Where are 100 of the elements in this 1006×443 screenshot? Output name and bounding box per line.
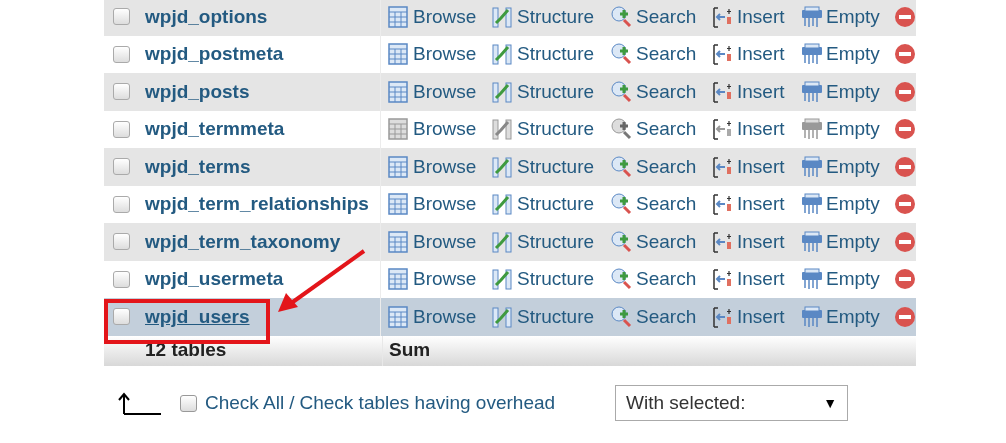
insert-arrow-icon (711, 267, 733, 292)
search-plus-icon (610, 192, 632, 217)
insert-arrow-icon (711, 42, 733, 67)
table-name-link[interactable]: wpjd_term_taxonomy (145, 227, 341, 256)
checkbox[interactable] (180, 394, 197, 412)
checkbox[interactable] (113, 8, 130, 26)
drop-icon[interactable] (894, 5, 916, 28)
structure-chart-icon (491, 229, 513, 254)
table-name-link[interactable]: wpjd_options (145, 2, 268, 31)
checkbox[interactable] (113, 83, 130, 101)
browse-link[interactable]: Browse (387, 152, 485, 181)
checkbox[interactable] (113, 45, 130, 63)
structure-chart-icon (491, 192, 513, 217)
table-name-link[interactable]: wpjd_terms (145, 152, 251, 181)
browse-table-icon (387, 42, 409, 67)
table-name-link[interactable]: wpjd_termmeta (145, 115, 285, 144)
empty-link[interactable]: Empty (800, 77, 888, 106)
empty-link[interactable]: Empty (800, 2, 888, 31)
insert-link[interactable]: Insert (711, 265, 794, 294)
browse-table-icon (387, 267, 409, 292)
insert-link[interactable]: Insert (711, 227, 794, 256)
structure-chart-icon (491, 267, 513, 292)
structure-link[interactable]: Structure (491, 302, 604, 331)
drop-icon[interactable] (894, 268, 916, 291)
browse-link[interactable]: Browse (387, 190, 485, 219)
table-name-link[interactable]: wpjd_posts (145, 77, 250, 106)
drop-icon[interactable] (894, 193, 916, 216)
checkbox[interactable] (113, 308, 130, 326)
separator: / (289, 390, 295, 415)
checkbox[interactable] (113, 233, 130, 251)
structure-link[interactable]: Structure (491, 265, 604, 294)
browse-link[interactable]: Browse (387, 302, 485, 331)
insert-arrow-icon (711, 117, 733, 142)
search-link[interactable]: Search (610, 302, 705, 331)
drop-icon[interactable] (894, 43, 916, 66)
structure-link[interactable]: Structure (491, 190, 604, 219)
table-name-link[interactable]: wpjd_term_relationships (145, 190, 369, 219)
structure-chart-icon (491, 304, 513, 329)
structure-link[interactable]: Structure (491, 115, 604, 144)
checkbox[interactable] (113, 195, 130, 213)
checkbox[interactable] (113, 270, 130, 288)
search-plus-icon (610, 154, 632, 179)
browse-link[interactable]: Browse (387, 40, 485, 69)
insert-link[interactable]: Insert (711, 190, 794, 219)
browse-table-icon (387, 117, 409, 142)
search-plus-icon (610, 267, 632, 292)
insert-link[interactable]: Insert (711, 302, 794, 331)
browse-link[interactable]: Browse (387, 2, 485, 31)
search-link[interactable]: Search (610, 265, 705, 294)
structure-link[interactable]: Structure (491, 77, 604, 106)
empty-link[interactable]: Empty (800, 227, 888, 256)
browse-link[interactable]: Browse (387, 115, 485, 144)
drop-icon[interactable] (894, 155, 916, 178)
table-name-link[interactable]: wpjd_usermeta (145, 265, 284, 294)
shredder-icon (800, 117, 822, 142)
drop-icon[interactable] (894, 305, 916, 328)
search-link[interactable]: Search (610, 152, 705, 181)
search-link[interactable]: Search (610, 227, 705, 256)
browse-table-icon (387, 192, 409, 217)
structure-link[interactable]: Structure (491, 2, 604, 31)
check-overhead-link[interactable]: Check tables having overhead (299, 388, 556, 418)
insert-link[interactable]: Insert (711, 152, 794, 181)
search-link[interactable]: Search (610, 115, 705, 144)
up-arrow-icon (117, 391, 161, 415)
structure-link[interactable]: Structure (491, 227, 604, 256)
table-name-link[interactable]: wpjd_postmeta (145, 40, 284, 69)
shredder-icon (800, 192, 822, 217)
shredder-icon (800, 304, 822, 329)
insert-link[interactable]: Insert (711, 115, 794, 144)
empty-link[interactable]: Empty (800, 152, 888, 181)
checkbox[interactable] (113, 120, 130, 138)
search-plus-icon (610, 117, 632, 142)
empty-link[interactable]: Empty (800, 265, 888, 294)
table-name-link[interactable]: wpjd_users (145, 302, 250, 331)
search-link[interactable]: Search (610, 77, 705, 106)
empty-link[interactable]: Empty (800, 115, 888, 144)
insert-arrow-icon (711, 4, 733, 29)
browse-link[interactable]: Browse (387, 227, 485, 256)
search-link[interactable]: Search (610, 40, 705, 69)
structure-link[interactable]: Structure (491, 40, 604, 69)
search-link[interactable]: Search (610, 190, 705, 219)
structure-link[interactable]: Structure (491, 152, 604, 181)
drop-icon[interactable] (894, 230, 916, 253)
insert-arrow-icon (711, 229, 733, 254)
checkbox[interactable] (113, 158, 130, 176)
browse-link[interactable]: Browse (387, 265, 485, 294)
empty-link[interactable]: Empty (800, 190, 888, 219)
browse-link[interactable]: Browse (387, 77, 485, 106)
with-selected-dropdown[interactable]: With selected: ▼ (615, 385, 849, 421)
drop-icon[interactable] (894, 80, 916, 103)
empty-link[interactable]: Empty (800, 302, 888, 331)
insert-link[interactable]: Insert (711, 2, 794, 31)
empty-link[interactable]: Empty (800, 40, 888, 69)
insert-link[interactable]: Insert (711, 77, 794, 106)
check-all-link[interactable]: Check All (205, 388, 285, 418)
structure-chart-icon (491, 117, 513, 142)
drop-icon[interactable] (894, 118, 916, 141)
search-plus-icon (610, 229, 632, 254)
insert-link[interactable]: Insert (711, 40, 794, 69)
search-link[interactable]: Search (610, 2, 705, 31)
